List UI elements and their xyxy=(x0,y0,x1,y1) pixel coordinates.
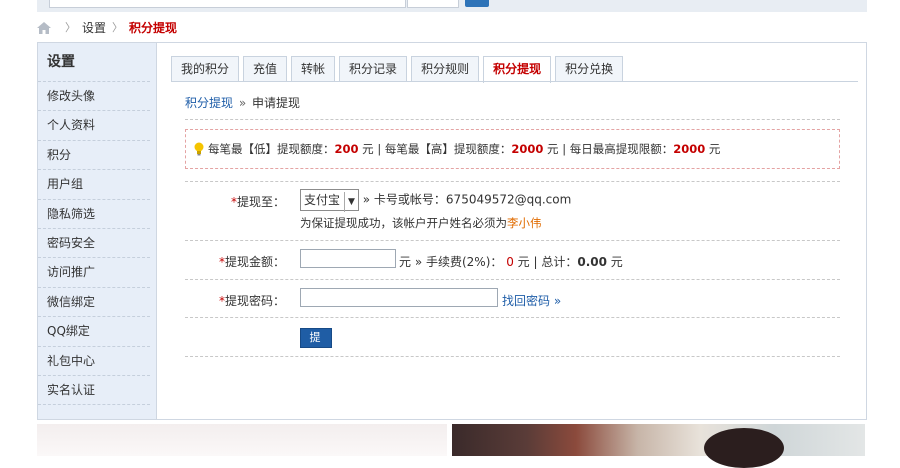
withdraw-to-text: 提现至： xyxy=(236,195,285,209)
amount-label: *提现金额： xyxy=(185,253,285,270)
sidebar-item-avatar[interactable]: 修改头像 xyxy=(38,82,150,112)
sub-breadcrumb-current: 申请提现 xyxy=(252,96,301,110)
sub-breadcrumb: 积分提现 » 申请提现 xyxy=(185,94,300,111)
tab-divider xyxy=(171,81,858,82)
breadcrumb-settings[interactable]: 设置 xyxy=(82,20,106,36)
password-text: 提现密码： xyxy=(224,294,285,308)
sub-breadcrumb-separator: » xyxy=(238,96,247,110)
search-button[interactable] xyxy=(465,0,489,7)
banner-photo-detail xyxy=(704,428,784,468)
sidebar-title: 设置 xyxy=(38,43,150,82)
min-limit-value: 200 xyxy=(334,142,359,156)
daily-limit-unit: 元 xyxy=(708,142,721,156)
divider xyxy=(185,317,840,318)
tab-transfer[interactable]: 转帐 xyxy=(291,56,336,81)
tab-withdraw[interactable]: 积分提现 xyxy=(483,56,552,83)
lightbulb-icon xyxy=(194,142,204,156)
total-value: 0.00 xyxy=(577,255,607,269)
daily-limit-value: 2000 xyxy=(673,142,706,156)
sub-breadcrumb-link[interactable]: 积分提现 xyxy=(185,96,233,110)
total-label: 元 | 总计： xyxy=(517,255,578,269)
content-area: 我的积分 充值 转帐 积分记录 积分规则 积分提现 积分兑换 积分提现 » 申请… xyxy=(157,43,866,419)
max-limit-unit: 元 xyxy=(547,142,559,156)
withdraw-limit-notice: 每笔最【低】提现额度： 200 元 | 每笔最【高】提现额度： 2000 元 |… xyxy=(185,129,840,169)
min-limit-unit: 元 xyxy=(362,142,374,156)
banner-image-right xyxy=(452,424,865,468)
divider xyxy=(185,240,840,241)
sidebar-item-password[interactable]: 密码安全 xyxy=(38,229,150,259)
search-type-select[interactable] xyxy=(407,0,459,8)
sidebar-item-gift[interactable]: 礼包中心 xyxy=(38,347,150,376)
password-label: *提现密码： xyxy=(185,292,285,309)
divider xyxy=(185,356,840,357)
divider xyxy=(185,181,840,182)
account-text: » 卡号或帐号：675049572@qq.com xyxy=(362,192,572,207)
forgot-password-link[interactable]: 找回密码 » xyxy=(502,292,561,309)
fee-label: 元 » 手续费(2%)： xyxy=(399,255,503,269)
submit-button[interactable]: 提 交 xyxy=(300,328,332,362)
sidebar-item-usergroup[interactable]: 用户组 xyxy=(38,170,150,200)
main-panel: 设置 修改头像 个人资料 积分 用户组 隐私筛选 密码安全 访问推广 微信绑定 … xyxy=(37,42,867,420)
search-input[interactable] xyxy=(49,0,406,8)
tab-credit-rules[interactable]: 积分规则 xyxy=(411,56,480,81)
breadcrumb-separator: 〉 xyxy=(65,21,76,34)
sidebar-item-profile[interactable]: 个人资料 xyxy=(38,111,150,141)
banner-image-left xyxy=(37,424,447,456)
daily-limit-label: | 每日最高提现限额： xyxy=(562,142,674,156)
amount-text: 提现金额： xyxy=(224,255,285,269)
sidebar-item-credits[interactable]: 积分 xyxy=(38,141,150,171)
fee-value: 0 xyxy=(506,255,514,269)
max-limit-value: 2000 xyxy=(511,142,544,156)
withdraw-method-select[interactable]: 支付宝 ▼ xyxy=(300,189,359,212)
account-holder-name: 李小伟 xyxy=(507,216,542,230)
chevron-down-icon: ▼ xyxy=(344,192,355,212)
tab-credit-log[interactable]: 积分记录 xyxy=(339,56,408,81)
withdraw-method-row: 支付宝 ▼ » 卡号或帐号：675049572@qq.com xyxy=(300,189,572,212)
breadcrumb: 〉 设置 〉 积分提现 xyxy=(37,20,177,36)
amount-input[interactable] xyxy=(300,249,396,268)
fee-summary: 元 » 手续费(2%)： 0 元 | 总计：0.00 元 xyxy=(399,253,623,270)
sidebar-item-wechat[interactable]: 微信绑定 xyxy=(38,288,150,318)
min-limit-label: 每笔最【低】提现额度： xyxy=(208,142,335,156)
sidebar-item-privacy[interactable]: 隐私筛选 xyxy=(38,200,150,229)
tab-bar: 我的积分 充值 转帐 积分记录 积分规则 积分提现 积分兑换 xyxy=(171,56,627,83)
tab-exchange[interactable]: 积分兑换 xyxy=(555,56,624,81)
tab-my-credits[interactable]: 我的积分 xyxy=(171,56,240,81)
divider xyxy=(185,119,840,120)
withdraw-to-label: *提现至： xyxy=(185,193,285,210)
withdraw-method-value: 支付宝 xyxy=(304,193,341,207)
breadcrumb-current: 积分提现 xyxy=(129,21,178,35)
name-hint-text: 为保证提现成功，该帐户开户姓名必须为 xyxy=(300,216,507,230)
password-input[interactable] xyxy=(300,288,498,307)
sidebar-item-promotion[interactable]: 访问推广 xyxy=(38,258,150,288)
name-hint: 为保证提现成功，该帐户开户姓名必须为李小伟 xyxy=(300,215,542,231)
tab-recharge[interactable]: 充值 xyxy=(243,56,288,81)
sidebar-item-qq[interactable]: QQ绑定 xyxy=(38,317,150,347)
sidebar-item-realname[interactable]: 实名认证 xyxy=(38,376,150,406)
divider xyxy=(185,279,840,280)
home-icon[interactable] xyxy=(37,22,51,34)
breadcrumb-separator: 〉 xyxy=(112,21,124,34)
total-unit: 元 xyxy=(610,255,623,269)
max-limit-label: | 每笔最【高】提现额度： xyxy=(377,142,512,156)
top-search-bar xyxy=(37,0,867,12)
sidebar: 设置 修改头像 个人资料 积分 用户组 隐私筛选 密码安全 访问推广 微信绑定 … xyxy=(38,43,157,419)
